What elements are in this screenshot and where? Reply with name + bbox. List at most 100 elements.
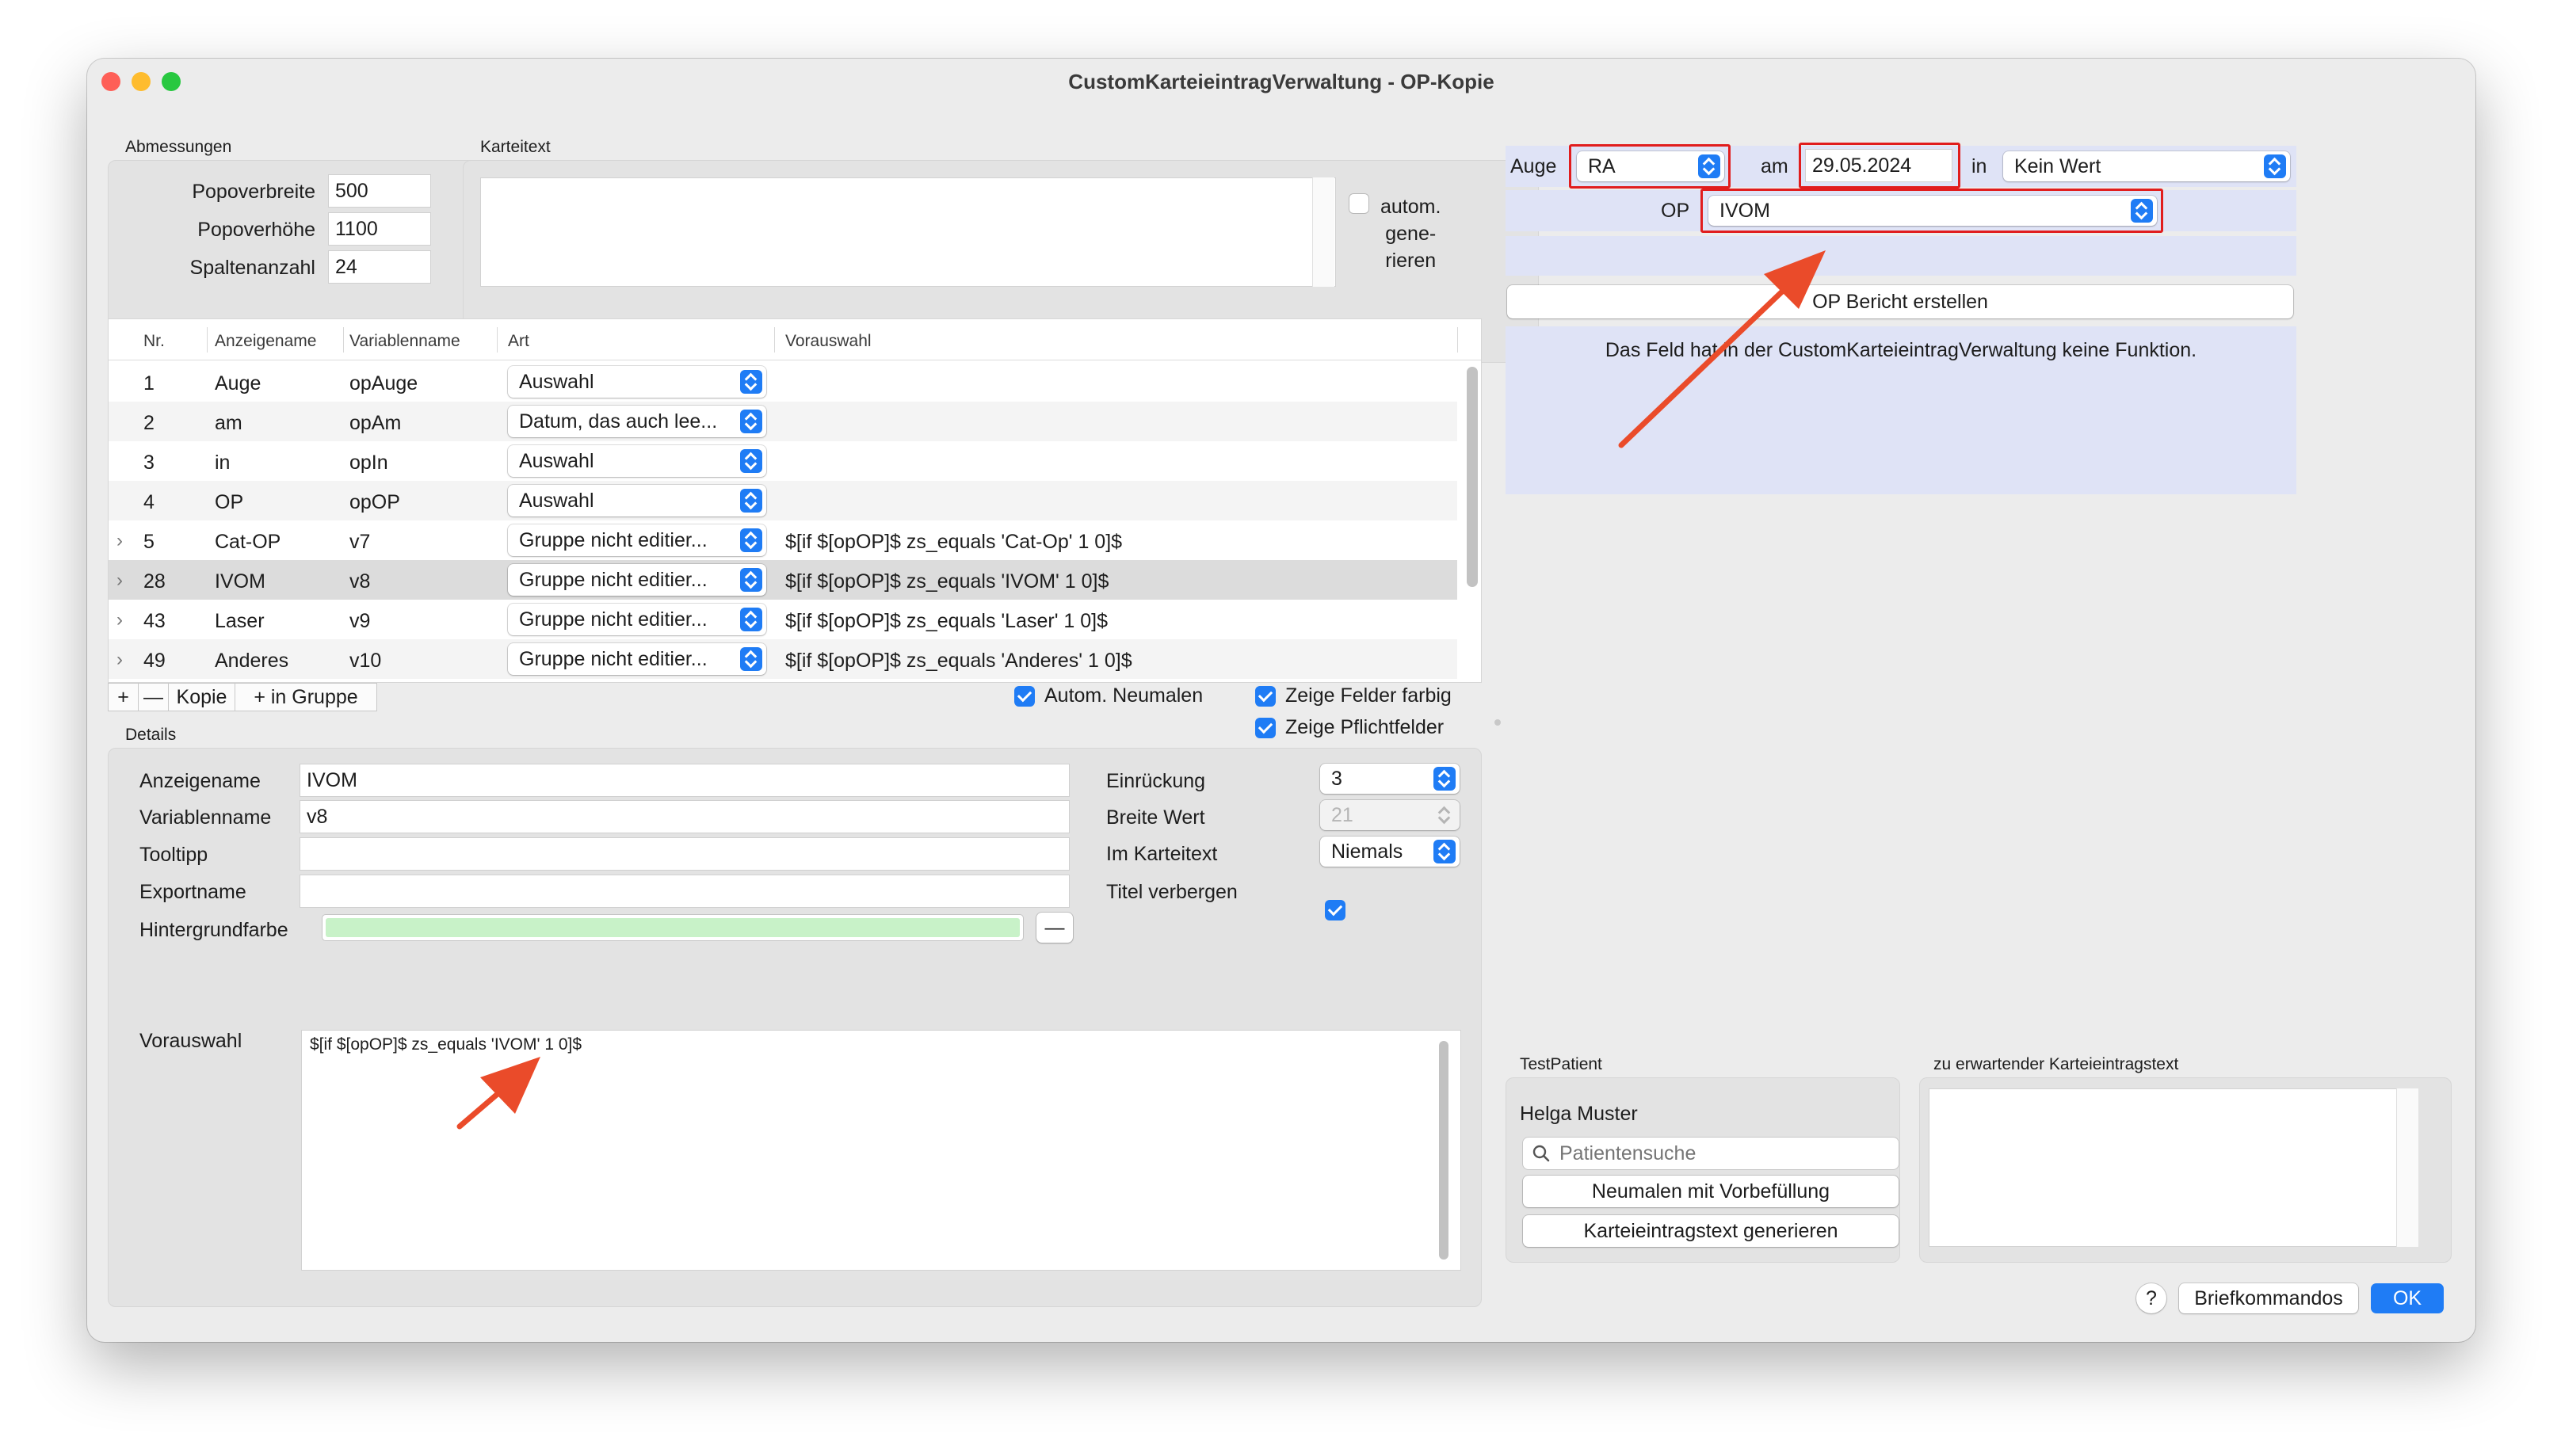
- chevron-updown-icon: [1433, 767, 1456, 791]
- cell-vorauswahl: $[if $[opOP]$ zs_equals 'Cat-Op' 1 0]$: [785, 531, 1123, 553]
- abmessungen-title: Abmessungen: [125, 138, 232, 156]
- table-actions: + — Kopie + in Gruppe: [108, 683, 377, 711]
- zeige-farbig-option[interactable]: Zeige Felder farbig: [1255, 684, 1452, 707]
- column-header-anzeigename[interactable]: Anzeigename: [215, 332, 316, 351]
- spaltenanzahl-input[interactable]: 24: [328, 250, 431, 284]
- patientensuche-input[interactable]: [1559, 1142, 1876, 1165]
- column-header-vorauswahl[interactable]: Vorauswahl: [785, 332, 872, 351]
- column-header-nr[interactable]: Nr.: [143, 332, 165, 351]
- karteitext-textarea[interactable]: [480, 177, 1336, 287]
- minimize-window-button[interactable]: [132, 72, 151, 91]
- table-row[interactable]: 2 am opAm Datum, das auch lee...: [109, 402, 1457, 441]
- info-panel: Das Feld hat in der CustomKarteieintragV…: [1506, 326, 2296, 494]
- hintergrundfarbe-remove-button[interactable]: —: [1036, 913, 1073, 943]
- cell-art: Gruppe nicht editier...: [519, 568, 708, 591]
- autom-generieren-checkbox[interactable]: [1349, 193, 1369, 214]
- add-row-button[interactable]: +: [109, 684, 139, 711]
- cell-variablenname: v10: [349, 650, 382, 672]
- popoverhoehe-input[interactable]: 1100: [328, 212, 431, 246]
- karteitext-scrollbar[interactable]: [1312, 177, 1334, 287]
- titel-verbergen-checkbox[interactable]: [1325, 900, 1345, 920]
- popoverbreite-label: Popoverbreite: [192, 181, 315, 203]
- cell-art: Auswahl: [519, 370, 594, 393]
- table-row[interactable]: › 49 Anderes v10 Gruppe nicht editier... $[if…: [109, 639, 1457, 679]
- vorauswahl-label: Vorauswahl: [139, 1030, 242, 1052]
- breite-wert-stepper[interactable]: 21: [1320, 800, 1460, 830]
- karteieintragstext-generieren-button[interactable]: Karteieintragstext generieren: [1523, 1215, 1899, 1247]
- in-select[interactable]: Kein Wert: [2003, 151, 2290, 181]
- cell-art-select[interactable]: Gruppe nicht editier...: [508, 564, 766, 596]
- hintergrundfarbe-well[interactable]: [322, 914, 1024, 941]
- cell-anzeigename: am: [215, 412, 242, 434]
- remove-row-button[interactable]: —: [139, 684, 169, 711]
- chevron-right-icon[interactable]: ›: [116, 530, 123, 552]
- chevron-updown-icon: [2131, 199, 2153, 223]
- cell-vorauswahl: $[if $[opOP]$ zs_equals 'Laser' 1 0]$: [785, 610, 1109, 632]
- table-row[interactable]: 1 Auge opAuge Auswahl: [109, 362, 1457, 402]
- zeige-farbig-checkbox[interactable]: [1255, 685, 1276, 707]
- chevron-right-icon[interactable]: ›: [116, 570, 123, 592]
- auto-neumalen-label: Autom. Neumalen: [1044, 684, 1204, 707]
- auto-neumalen-checkbox[interactable]: [1014, 685, 1035, 707]
- cell-nr: 2: [143, 412, 155, 434]
- cell-art-select[interactable]: Auswahl: [508, 485, 766, 516]
- erwartet-scrollbar[interactable]: [2396, 1088, 2418, 1247]
- chevron-updown-icon: [740, 647, 762, 671]
- column-header-art[interactable]: Art: [508, 332, 529, 351]
- vorauswahl-scrollbar[interactable]: [1439, 1041, 1448, 1260]
- cell-anzeigename: Laser: [215, 610, 265, 632]
- cell-art: Gruppe nicht editier...: [519, 528, 708, 551]
- auto-neumalen-option[interactable]: Autom. Neumalen: [1014, 684, 1203, 707]
- in-label: in: [1971, 155, 1987, 177]
- im-karteitext-select[interactable]: Niemals: [1320, 837, 1460, 867]
- cell-art-select[interactable]: Gruppe nicht editier...: [508, 524, 766, 556]
- details-title: Details: [125, 726, 177, 744]
- table-scrollbar[interactable]: [1467, 367, 1478, 587]
- cell-anzeigename: Auge: [215, 372, 261, 394]
- zoom-window-button[interactable]: [162, 72, 181, 91]
- cell-art-select[interactable]: Gruppe nicht editier...: [508, 604, 766, 635]
- table-row[interactable]: › 28 IVOM v8 Gruppe nicht editier... $[if $[o…: [109, 560, 1457, 600]
- op-select[interactable]: IVOM: [1708, 196, 2157, 226]
- cell-anzeigename: IVOM: [215, 570, 265, 593]
- exportname-input[interactable]: [300, 875, 1070, 908]
- splitter-handle[interactable]: [1494, 719, 1501, 726]
- testpatient-title: TestPatient: [1520, 1055, 1602, 1073]
- cell-art-select[interactable]: Gruppe nicht editier...: [508, 643, 766, 675]
- op-bericht-button[interactable]: OP Bericht erstellen: [1507, 285, 2293, 318]
- patientensuche-field[interactable]: [1523, 1138, 1899, 1169]
- cell-art-select[interactable]: Auswahl: [508, 366, 766, 398]
- close-window-button[interactable]: [101, 72, 120, 91]
- exportname-label: Exportname: [139, 881, 246, 903]
- table-row[interactable]: 4 OP opOP Auswahl: [109, 481, 1457, 520]
- table-row[interactable]: › 43 Laser v9 Gruppe nicht editier... $[if $[…: [109, 600, 1457, 639]
- copy-row-button[interactable]: Kopie: [169, 684, 235, 711]
- popoverbreite-input[interactable]: 500: [328, 174, 431, 208]
- am-date-input[interactable]: 29.05.2024: [1805, 149, 1952, 182]
- add-to-group-button[interactable]: + in Gruppe: [235, 684, 376, 711]
- zeige-pflicht-option[interactable]: Zeige Pflichtfelder: [1255, 716, 1444, 739]
- tooltipp-input[interactable]: [300, 837, 1070, 871]
- column-header-variablenname[interactable]: Variablenname: [349, 332, 460, 351]
- zeige-pflicht-checkbox[interactable]: [1255, 717, 1276, 738]
- auge-select[interactable]: RA: [1577, 151, 1724, 181]
- table-row[interactable]: › 5 Cat-OP v7 Gruppe nicht editier... $[if $[…: [109, 520, 1457, 560]
- in-value: Kein Wert: [2014, 154, 2101, 177]
- variablenname-input[interactable]: v8: [300, 800, 1070, 833]
- vorauswahl-textarea[interactable]: $[if $[opOP]$ zs_equals 'IVOM' 1 0]$: [301, 1030, 1461, 1271]
- cell-art-select[interactable]: Auswahl: [508, 445, 766, 477]
- ok-button[interactable]: OK: [2371, 1283, 2444, 1313]
- chevron-right-icon[interactable]: ›: [116, 649, 123, 671]
- anzeigename-input[interactable]: IVOM: [300, 764, 1070, 797]
- op-value: IVOM: [1719, 199, 1770, 222]
- cell-art-select[interactable]: Datum, das auch lee...: [508, 406, 766, 437]
- briefkommandos-button[interactable]: Briefkommandos: [2179, 1283, 2358, 1313]
- help-button[interactable]: ?: [2136, 1283, 2166, 1313]
- erwartet-textarea[interactable]: [1929, 1088, 2417, 1247]
- patient-name: Helga Muster: [1520, 1103, 1638, 1125]
- einrueckung-select[interactable]: 3: [1320, 764, 1460, 794]
- cell-variablenname: v8: [349, 570, 371, 593]
- table-row[interactable]: 3 in opIn Auswahl: [109, 441, 1457, 481]
- neumalen-button[interactable]: Neumalen mit Vorbefüllung: [1523, 1176, 1899, 1207]
- chevron-right-icon[interactable]: ›: [116, 609, 123, 631]
